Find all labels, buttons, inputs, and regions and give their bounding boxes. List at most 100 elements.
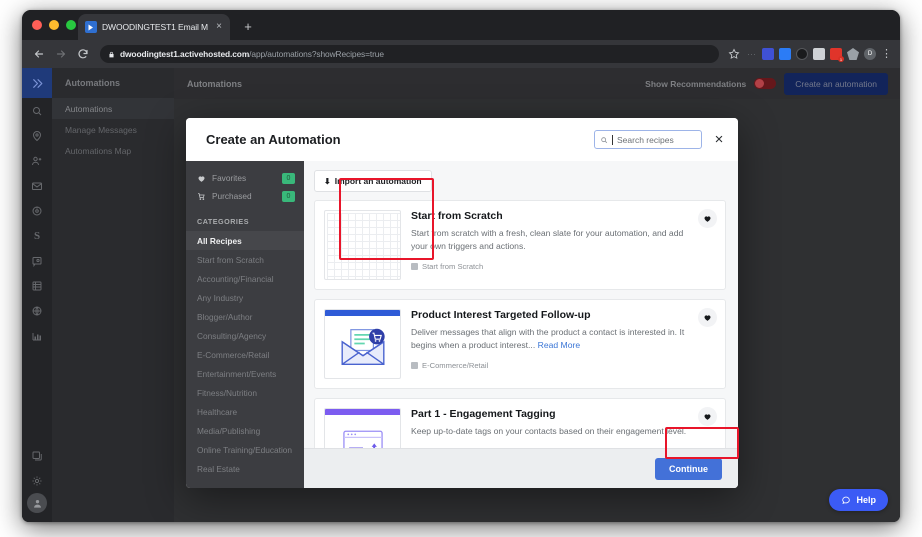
chat-bubble-icon [842, 496, 851, 505]
heart-icon [704, 216, 711, 222]
profile-avatar-icon[interactable]: D [864, 48, 876, 60]
recipe-tag-label: Start from Scratch [422, 261, 484, 271]
primary-icon-rail: S [22, 68, 52, 522]
text-caret [612, 134, 613, 145]
category-consulting-agency[interactable]: Consulting/Agency [186, 326, 304, 345]
category-entertainment-events[interactable]: Entertainment/Events [186, 364, 304, 383]
search-recipes-input[interactable]: Search recipes [594, 130, 702, 149]
bookmark-star-icon[interactable] [725, 45, 743, 63]
category-accounting-financial[interactable]: Accounting/Financial [186, 269, 304, 288]
category-online-training-education[interactable]: Online Training/Education [186, 440, 304, 459]
extension-puzzle-icon[interactable] [847, 48, 859, 60]
recipe-card-body: Product Interest Targeted Follow-up Deli… [411, 309, 716, 379]
contacts-icon[interactable] [22, 148, 52, 173]
address-bar[interactable]: dwoodingtest1.activehosted.com/app/autom… [100, 45, 719, 63]
browser-tab[interactable]: DWOODINGTEST1 Email Mark × [78, 14, 230, 40]
recipe-card-start-from-scratch[interactable]: Start from Scratch Start from scratch wi… [314, 200, 726, 290]
close-window-button[interactable] [32, 20, 42, 30]
chevrons-right-icon[interactable] [22, 68, 52, 98]
forward-button[interactable] [52, 45, 70, 63]
url-path: /app/automations?showRecipes=true [249, 49, 384, 59]
window-traffic-lights [32, 20, 76, 30]
recipe-card-part-1-engagement-tagging[interactable]: Part 1 - Engagement Tagging Keep up-to-d… [314, 398, 726, 448]
tag-grid-icon [411, 262, 418, 270]
categories-header: CATEGORIES [197, 217, 249, 226]
browser-window: DWOODINGTEST1 Email Mark × + dwoodingtes… [22, 10, 900, 522]
recipe-title: Start from Scratch [411, 210, 503, 222]
application-viewport: S Automations Automations Manage Message… [22, 68, 900, 522]
browser-tab-strip: DWOODINGTEST1 Email Mark × + [22, 10, 900, 40]
category-real-estate[interactable]: Real Estate [186, 459, 304, 478]
extension-red-icon[interactable]: 1 [830, 48, 844, 62]
sidebar-item-automations[interactable]: Automations [52, 98, 174, 119]
extension-pen-icon[interactable] [779, 48, 791, 60]
recipe-tag-label: E-Commerce/Retail [422, 360, 489, 370]
favorite-heart-button[interactable] [698, 209, 717, 228]
heart-icon [704, 315, 711, 321]
category-healthcare[interactable]: Healthcare [186, 402, 304, 421]
sidebar-item-automations-map[interactable]: Automations Map [52, 140, 174, 161]
category-fitness-nutrition[interactable]: Fitness/Nutrition [186, 383, 304, 402]
deals-dollar-icon[interactable]: S [22, 223, 52, 248]
cart-icon [197, 192, 206, 201]
extension-grid-icon[interactable] [813, 48, 825, 60]
reports-icon[interactable] [22, 323, 52, 348]
favorite-heart-button[interactable] [698, 308, 717, 327]
conversations-icon[interactable] [22, 248, 52, 273]
category-ecommerce-retail[interactable]: E-Commerce/Retail [186, 345, 304, 364]
import-label: Import an automation [334, 176, 422, 186]
envelope-cart-icon [325, 316, 400, 378]
recipe-card-product-interest-targeted-follow-up[interactable]: Product Interest Targeted Follow-up Deli… [314, 299, 726, 389]
category-any-industry[interactable]: Any Industry [186, 288, 304, 307]
tab-close-icon[interactable]: × [213, 21, 225, 33]
browser-extensions: ⋯ 1 D ⋮ [747, 48, 892, 62]
search-icon [601, 136, 608, 143]
category-blogger-author[interactable]: Blogger/Author [186, 307, 304, 326]
filter-purchased[interactable]: Purchased 0 [186, 187, 304, 205]
category-start-from-scratch[interactable]: Start from Scratch [186, 250, 304, 269]
browser-toolbar: dwoodingtest1.activehosted.com/app/autom… [22, 40, 900, 68]
create-automation-modal: Create an Automation Search recipes × Fa… [186, 118, 738, 488]
settings-gear-icon[interactable] [22, 468, 52, 493]
extension-circle-icon[interactable] [796, 48, 808, 60]
extension-placeholder-icon: ⋯ [747, 48, 757, 59]
recipe-description: Start from scratch with a fresh, clean s… [411, 228, 684, 252]
continue-button[interactable]: Continue [655, 457, 722, 480]
campaigns-icon[interactable] [22, 198, 52, 223]
read-more-link[interactable]: Read More [538, 340, 581, 350]
reload-button[interactable] [74, 45, 92, 63]
help-label: Help [856, 495, 876, 505]
download-arrow-icon: ⬇ [324, 176, 331, 186]
category-media-publishing[interactable]: Media/Publishing [186, 421, 304, 440]
help-button[interactable]: Help [829, 489, 888, 511]
search-icon[interactable] [22, 98, 52, 123]
user-avatar[interactable] [27, 493, 47, 513]
recipe-thumbnail-window [324, 408, 401, 448]
modal-header-actions: Search recipes × [594, 130, 726, 149]
import-row: ⬇ Import an automation [304, 161, 738, 200]
location-pin-icon[interactable] [22, 123, 52, 148]
category-all-recipes[interactable]: All Recipes [186, 231, 304, 250]
window-arrow-icon [325, 415, 400, 448]
sidebar-item-manage-messages[interactable]: Manage Messages [52, 119, 174, 140]
lists-icon[interactable] [22, 273, 52, 298]
filter-favorites[interactable]: Favorites 0 [186, 169, 304, 187]
new-tab-button[interactable]: + [240, 19, 256, 35]
back-button[interactable] [30, 45, 48, 63]
search-placeholder: Search recipes [617, 134, 674, 145]
close-icon[interactable]: × [712, 132, 726, 147]
browser-menu-icon[interactable]: ⋮ [881, 48, 892, 60]
recipe-list: Start from Scratch Start from scratch wi… [304, 200, 738, 448]
browser-tab-title: DWOODINGTEST1 Email Mark [102, 22, 208, 32]
globe-icon[interactable] [22, 298, 52, 323]
favorite-heart-button[interactable] [698, 407, 717, 426]
modal-footer: Continue [304, 448, 738, 488]
import-an-automation-button[interactable]: ⬇ Import an automation [314, 170, 432, 192]
extension-blue-icon[interactable] [762, 48, 774, 60]
mail-icon[interactable] [22, 173, 52, 198]
apps-icon[interactable] [22, 443, 52, 468]
minimize-window-button[interactable] [49, 20, 59, 30]
url-host: dwoodingtest1.activehosted.com [120, 49, 250, 59]
grid-paper-icon [327, 213, 400, 279]
maximize-window-button[interactable] [66, 20, 76, 30]
